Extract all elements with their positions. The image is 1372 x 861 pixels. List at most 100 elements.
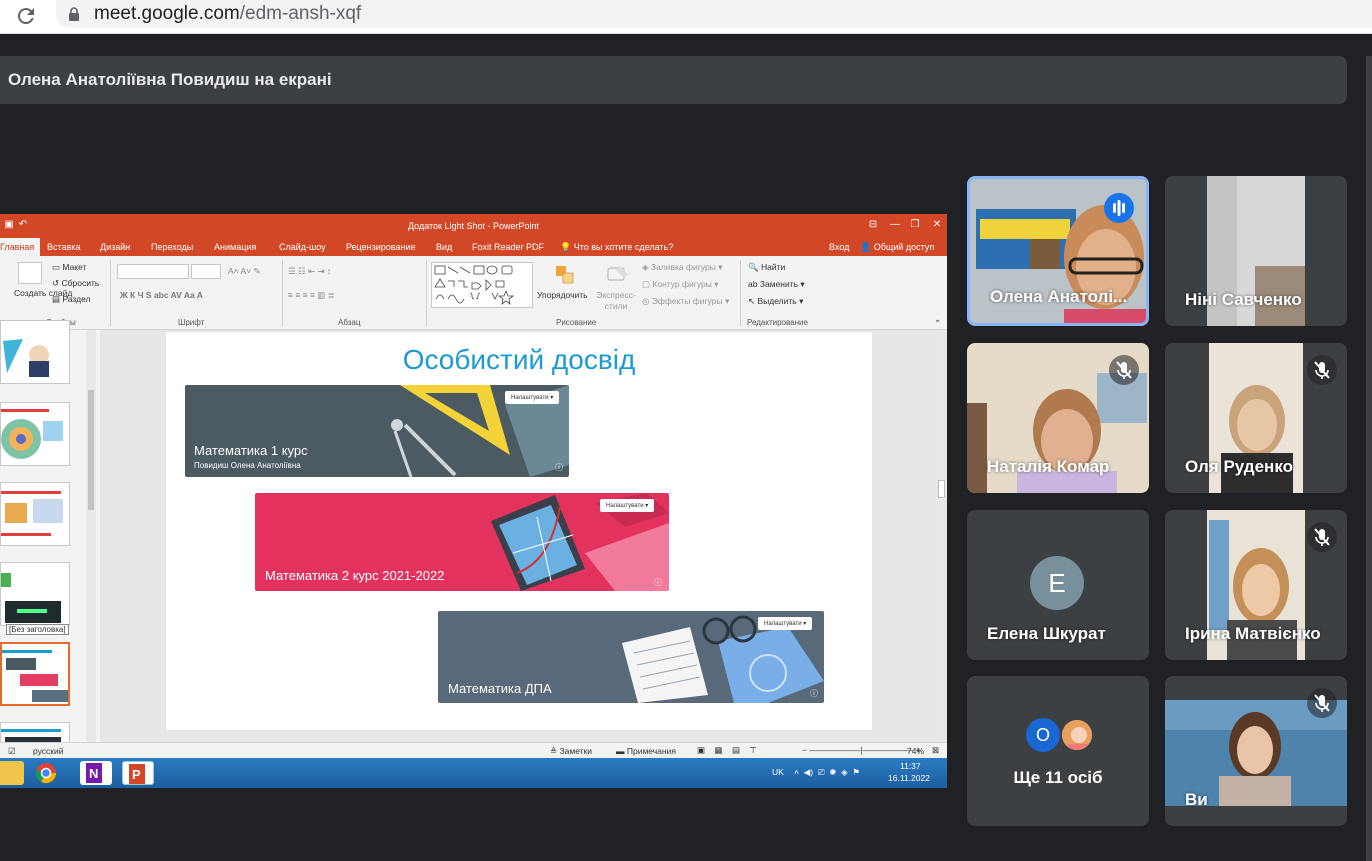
input-language: UK (772, 767, 784, 777)
participant-tile[interactable]: Ніні Савченко (1165, 176, 1347, 326)
current-slide: Особистий досвід Налаштувати ▾ Математик… (166, 332, 872, 730)
outline-label: Контур фигуры (652, 279, 712, 289)
language-label: русский (33, 746, 64, 756)
zoom-slider: − ——————|—————— + (802, 745, 921, 755)
reload-icon[interactable] (14, 4, 38, 28)
login-link: Вход (829, 242, 850, 252)
participant-name: Оля Руденко (1185, 457, 1293, 476)
class-name: Математика 1 курс (194, 443, 308, 458)
class-teacher: Повидиш Олена Анатоліївна (194, 461, 301, 470)
lightbulb-icon: 💡 (560, 242, 574, 252)
spellcheck-icon: ☑ (8, 746, 16, 756)
effects-button: ◎ Эффекты фигуры ▾ (642, 296, 730, 306)
presentation-banner: Олена Анатоліївна Повидиш на екрані (0, 56, 1347, 104)
participant-tile[interactable]: Олена Анатолі... (967, 176, 1149, 326)
configure-button: Налаштувати ▾ (758, 617, 813, 630)
ribbon-separator (110, 260, 111, 326)
class-card: Налаштувати ▾ Математика ДПА ⓘ (438, 611, 824, 703)
svg-text:N: N (89, 766, 98, 781)
powerpoint-statusbar: ☑ русский ≜ Заметки ▬ Примечания ▣ ▦ ▤ ⊤… (0, 742, 947, 758)
powerpoint-icon: P (122, 761, 154, 785)
mic-muted-icon (1307, 688, 1337, 718)
comments-label: Примечания (626, 746, 676, 756)
quick-styles-label: Экспресс-стили (596, 290, 636, 311)
thumbnail-scrollbar (86, 330, 96, 742)
replace-button: ab Заменить ▾ (748, 279, 805, 289)
thumbnail-image (1, 491, 63, 536)
slide-scrollbar (936, 330, 947, 742)
arrange-icon (554, 264, 576, 288)
mic-muted-icon (1109, 355, 1139, 385)
comments-button: ▬ Примечания (616, 746, 676, 756)
onenote-icon: N (80, 761, 112, 785)
ribbon-options-icon: ⊟ (868, 219, 878, 230)
participant-name: Ірина Матвієнко (1185, 624, 1321, 643)
more-participants-tile[interactable]: О Ще 11 осіб (967, 676, 1149, 826)
chrome-icon (30, 761, 62, 785)
audio-level-icon (1113, 200, 1125, 216)
tell-me-text: Что вы хотите сделать? (573, 242, 674, 252)
collapse-ribbon-icon: ⌃ (934, 318, 942, 328)
class-card: Налаштувати ▾ Математика 2 курс 2021-202… (255, 493, 669, 591)
slide-title: Особистий досвід (402, 344, 636, 375)
maximize-icon: ❐ (910, 219, 920, 230)
mic-muted-icon (1307, 522, 1337, 552)
url-text[interactable]: meet.google.com/edm-ansh-xqf (94, 3, 361, 25)
find-button: 🔍 Найти (748, 262, 786, 272)
configure-button: Налаштувати ▾ (505, 391, 560, 404)
info-icon: ⓘ (555, 463, 563, 472)
participant-name: Ніні Савченко (1185, 290, 1302, 309)
ribbon-separator (426, 260, 427, 326)
share-button: 👤 Общий доступ (860, 242, 934, 253)
participant-tile[interactable]: Е Елена Шкурат (967, 510, 1149, 660)
participant-tile[interactable]: Ірина Матвієнко (1165, 510, 1347, 660)
fill-button: ◈ Заливка фигуры ▾ (642, 262, 723, 272)
ribbon-separator (282, 260, 283, 326)
new-slide-icon (18, 262, 42, 284)
participant-avatar: О (1026, 718, 1060, 752)
slide-thumbnail (0, 482, 70, 546)
participant-avatar-photo (1060, 718, 1094, 752)
mic-off-glyph (1116, 361, 1132, 379)
lock-icon[interactable] (66, 6, 82, 22)
participant-avatar: Е (1030, 556, 1084, 610)
presenter-text: Олена Анатоліївна Повидиш на екрані (8, 70, 332, 89)
slide-thumbnail (0, 562, 70, 626)
tray-time: 11:37 (900, 761, 921, 771)
configure-label: Налаштувати (764, 621, 802, 627)
brush-icon (607, 266, 628, 281)
participant-tile[interactable]: Оля Руденко (1165, 343, 1347, 493)
class-name: Математика ДПА (448, 681, 552, 696)
minimize-icon: — (890, 219, 900, 230)
notes-button: ≜ Заметки (550, 746, 592, 756)
onenote-logo: N (86, 763, 102, 783)
font-name-box (117, 264, 189, 279)
scrollbar-thumb (88, 390, 94, 510)
list-icons: ☰ ☷ ⇤ ⇥ ↕ (288, 266, 332, 276)
ribbon-tabs: Главная Вставка Дизайн Переходы Анимация… (0, 238, 947, 256)
tray-icons: ˄ ◀) ⎚ ✺ ◈ ⚑ (794, 767, 861, 777)
effects-label: Эффекты фигуры (651, 296, 723, 306)
page-scrollbar[interactable] (1366, 56, 1372, 861)
section-label: Раздел (62, 294, 91, 304)
select-label: Выделить (757, 296, 797, 306)
svg-text:P: P (132, 767, 141, 782)
participant-name: Олена Анатолі... (990, 287, 1128, 306)
scrollbar-thumb (938, 480, 945, 498)
windows-taskbar: N P UK ˄ ◀) ⎚ ✺ ◈ ⚑ 11:37 16.11.2022 (0, 758, 947, 788)
tab-design: Дизайн (100, 242, 131, 252)
fit-slide-icon: ⊠ (932, 745, 940, 755)
slide-thumbnails: [Без заголовка] (0, 320, 98, 786)
tab-slideshow: Слайд-шоу (279, 242, 326, 252)
tab-home: Главная (0, 238, 41, 256)
self-tile[interactable]: Ви (1165, 676, 1347, 826)
url-path: /edm-ansh-xqf (239, 3, 362, 24)
fill-label: Заливка фигуры (650, 262, 716, 272)
shapes-gallery (431, 262, 533, 308)
layout-label: Макет (62, 262, 87, 272)
person-icon: 👤 (860, 242, 874, 252)
participant-tile[interactable]: Наталія Комар (967, 343, 1149, 493)
zoom-level: 74% (907, 746, 925, 756)
ribbon: Создать слайд ▭ Макет ↺ Сбросить ▤ Разде… (0, 256, 947, 330)
slide-thumbnail-selected (0, 642, 70, 706)
